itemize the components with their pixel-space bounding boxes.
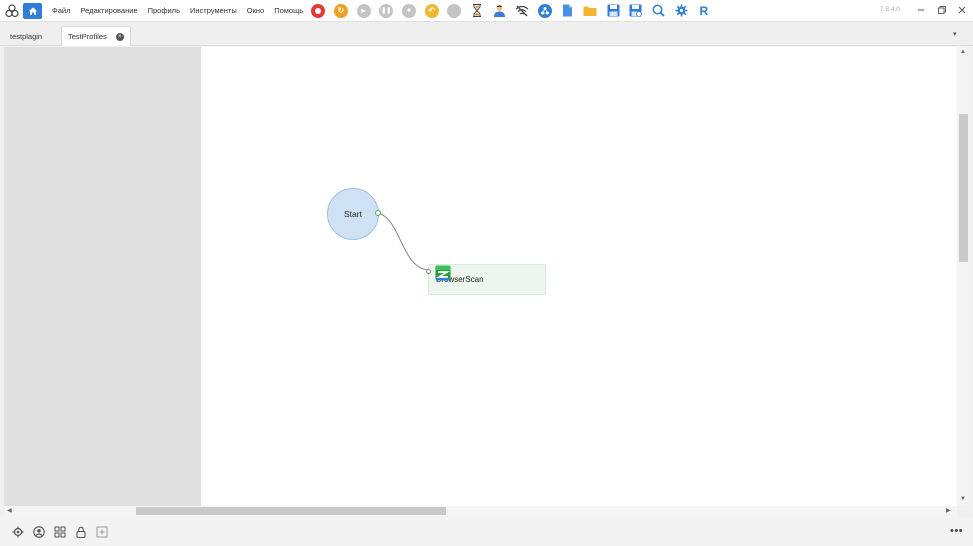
refresh-orange-icon[interactable]: ↻ bbox=[333, 3, 348, 18]
menu-window[interactable]: Окно bbox=[247, 6, 264, 15]
workflow-canvas[interactable]: Start BrowserScan bbox=[201, 47, 957, 506]
network-icon[interactable] bbox=[538, 3, 553, 18]
menu-profile[interactable]: Профиль bbox=[148, 6, 180, 15]
menu-help[interactable]: Помощь bbox=[274, 6, 303, 15]
scroll-left-icon[interactable]: ◀ bbox=[7, 507, 12, 514]
menu-edit[interactable]: Редактирование bbox=[80, 6, 137, 15]
menu-bar: Файл Редактирование Профиль Инструменты … bbox=[0, 0, 973, 22]
vertical-scrollbar[interactable]: ▲ ▼ bbox=[957, 47, 969, 506]
tab-testplagin[interactable]: testplagin bbox=[4, 26, 48, 46]
minimize-button[interactable] bbox=[915, 4, 927, 16]
start-node[interactable]: Start bbox=[327, 188, 379, 240]
restore-button[interactable] bbox=[936, 4, 948, 16]
horizontal-scroll-thumb[interactable] bbox=[136, 507, 446, 515]
tab-bar: testplagin TestProfiles × bbox=[0, 22, 973, 46]
app-logo-icon[interactable] bbox=[3, 2, 21, 20]
document-icon[interactable] bbox=[561, 4, 575, 18]
user-icon[interactable] bbox=[493, 4, 507, 18]
play-gray-icon[interactable]: ▸ bbox=[356, 3, 371, 18]
horizontal-scrollbar[interactable]: ◀ ▶ bbox=[4, 506, 957, 517]
bottom-toolbar: ••• bbox=[0, 517, 973, 546]
close-icon bbox=[958, 6, 966, 14]
tab-close-icon[interactable]: × bbox=[115, 32, 124, 41]
scroll-down-icon[interactable]: ▼ bbox=[960, 496, 966, 502]
grid-icon[interactable] bbox=[53, 525, 66, 538]
vertical-scroll-thumb[interactable] bbox=[959, 114, 968, 262]
tab-label: TestProfiles bbox=[68, 32, 107, 41]
lock-icon[interactable] bbox=[74, 525, 87, 538]
hourglass-icon[interactable] bbox=[470, 4, 484, 18]
settings-icon[interactable] bbox=[11, 525, 24, 538]
fit-view-icon[interactable] bbox=[95, 525, 108, 538]
save-icon[interactable] bbox=[606, 4, 620, 18]
connection-layer bbox=[377, 212, 429, 271]
tab-label: testplagin bbox=[10, 31, 43, 41]
wifi-off-icon[interactable] bbox=[515, 4, 529, 18]
save-as-icon[interactable] bbox=[629, 4, 643, 18]
menu-file[interactable]: Файл bbox=[52, 6, 70, 15]
folder-icon[interactable] bbox=[583, 4, 597, 18]
browserscan-icon bbox=[435, 265, 451, 281]
close-window-button[interactable] bbox=[956, 4, 968, 16]
profile-icon[interactable] bbox=[32, 525, 45, 538]
connection-line[interactable] bbox=[377, 212, 429, 271]
r-logo-icon[interactable]: R bbox=[697, 4, 711, 18]
tab-testprofiles[interactable]: TestProfiles × bbox=[61, 26, 131, 46]
minimize-icon bbox=[918, 9, 924, 11]
left-panel bbox=[4, 47, 201, 506]
menu-tools[interactable]: Инструменты bbox=[190, 6, 237, 15]
restore-icon bbox=[938, 6, 946, 14]
more-options-icon[interactable]: ••• bbox=[950, 525, 963, 537]
stop-gray-icon[interactable]: ■ bbox=[401, 3, 416, 18]
circle-gray-icon[interactable] bbox=[447, 3, 462, 18]
toolbar: ↻ ▸ ❚❚ ■ ↶ R bbox=[311, 3, 719, 18]
pause-gray-icon[interactable]: ❚❚ bbox=[379, 3, 394, 18]
tab-dropdown-icon[interactable]: ▾ bbox=[953, 30, 957, 38]
action-input-port[interactable] bbox=[426, 269, 431, 274]
scroll-up-icon[interactable]: ▲ bbox=[960, 49, 966, 55]
start-output-port[interactable] bbox=[375, 210, 381, 216]
action-node-browserscan[interactable]: BrowserScan bbox=[426, 264, 546, 295]
stop-red-icon[interactable] bbox=[311, 3, 326, 18]
search-icon[interactable] bbox=[651, 4, 665, 18]
undo-yellow-icon[interactable]: ↶ bbox=[424, 3, 439, 18]
scroll-right-icon[interactable]: ▶ bbox=[946, 507, 951, 514]
gear-icon[interactable] bbox=[674, 4, 688, 18]
version-label: 7.8.4.0 bbox=[880, 6, 900, 13]
home-button[interactable] bbox=[23, 2, 42, 19]
home-icon bbox=[28, 7, 37, 15]
start-label: Start bbox=[344, 209, 362, 219]
